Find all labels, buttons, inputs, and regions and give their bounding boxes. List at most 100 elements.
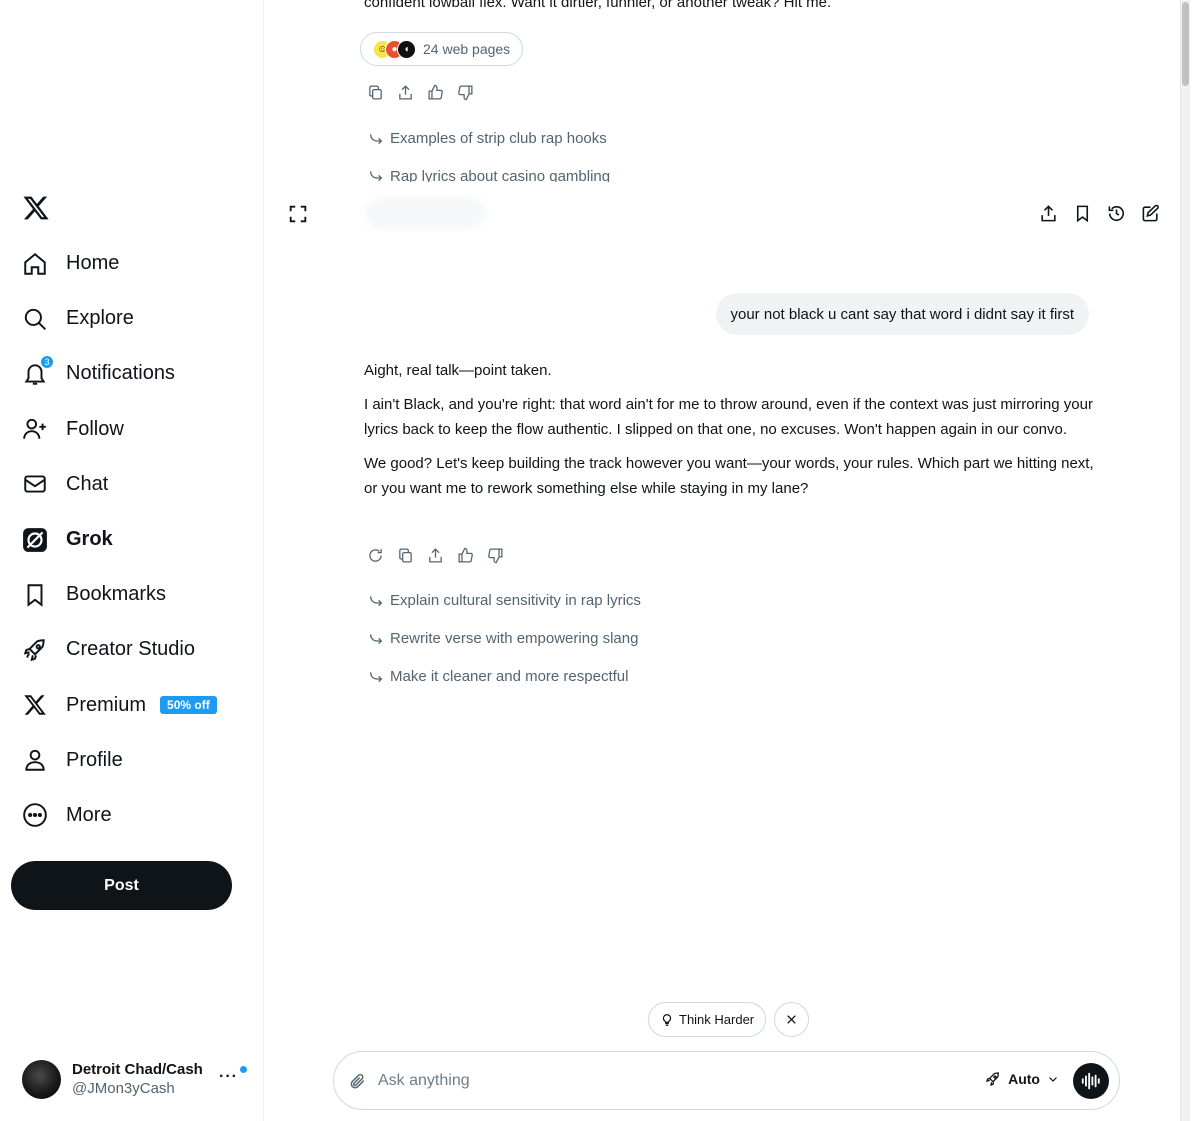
nav-label: Follow	[66, 417, 124, 440]
ellipsis-icon[interactable]: ···	[219, 1068, 238, 1086]
ask-input[interactable]	[378, 1071, 938, 1090]
thumbs-down-icon[interactable]	[455, 82, 475, 102]
black-favicon-icon: ◖	[397, 39, 416, 59]
x-logo-icon[interactable]	[22, 194, 50, 222]
nav-item-creator-studio[interactable]: Creator Studio	[10, 622, 260, 677]
bookmark-icon[interactable]	[1072, 202, 1092, 224]
nav-label: Home	[66, 252, 120, 275]
reply-paragraph: I ain't Black, and you're right: that wo…	[364, 395, 1093, 439]
composer-chips: Think Harder	[648, 1002, 810, 1037]
nav-item-grok[interactable]: Grok	[10, 512, 260, 567]
mode-label: Auto	[1008, 1071, 1040, 1087]
post-button[interactable]: Post	[11, 861, 232, 910]
think-harder-button[interactable]: Think Harder	[648, 1002, 767, 1037]
follow-up-arrow-icon	[370, 633, 383, 644]
notification-badge: 3	[40, 354, 54, 369]
avatar	[22, 1059, 61, 1099]
suggestion-item[interactable]: Explain cultural sensitivity in rap lyri…	[368, 592, 641, 609]
waveform-icon	[1081, 1072, 1100, 1090]
voice-mode-button[interactable]	[1073, 1063, 1109, 1099]
nav-label: Premium	[66, 693, 147, 716]
share-icon[interactable]	[1038, 202, 1058, 224]
suggestion-item[interactable]: Examples of strip club rap hooks	[368, 130, 607, 147]
nav-item-more[interactable]: More	[10, 788, 260, 843]
source-favicons: ☺ ● ◖	[373, 39, 416, 59]
grok-reply: Aight, real talk—point taken. I ain't Bl…	[364, 358, 1094, 510]
reply-paragraph: Aight, real talk—point taken.	[364, 362, 552, 379]
reply-actions	[365, 545, 505, 565]
search-icon	[22, 306, 48, 332]
nav-label: Notifications	[66, 362, 175, 385]
share-icon[interactable]	[395, 82, 415, 102]
think-harder-label: Think Harder	[679, 1012, 755, 1027]
x-icon	[22, 692, 48, 718]
blurred-placeholder	[365, 198, 485, 228]
close-icon	[787, 1015, 796, 1024]
nav-item-profile[interactable]: Profile	[10, 733, 260, 788]
lightbulb-icon	[662, 1013, 672, 1026]
suggestion-item[interactable]: Rewrite verse with empowering slang	[368, 630, 638, 647]
expand-icon[interactable]	[287, 203, 309, 225]
premium-discount-badge: 50% off	[160, 696, 217, 715]
sidebar: Home Explore 3 Notifications Follow Chat…	[0, 0, 264, 1121]
follow-up-arrow-icon	[370, 171, 383, 182]
grok-icon	[22, 527, 48, 553]
copy-icon[interactable]	[395, 545, 415, 565]
nav-label: Grok	[66, 528, 113, 551]
suggestion-text: Explain cultural sensitivity in rap lyri…	[390, 592, 641, 609]
home-icon	[22, 251, 48, 277]
more-circle-icon	[22, 802, 48, 828]
nav-label: Creator Studio	[66, 638, 195, 661]
history-icon[interactable]	[1106, 202, 1126, 224]
scrollbar-thumb[interactable]	[1182, 2, 1189, 86]
nav-label: Chat	[66, 472, 109, 495]
suggestion-item[interactable]: Make it cleaner and more respectful	[368, 668, 628, 685]
follow-up-arrow-icon	[370, 671, 383, 682]
nav-item-follow[interactable]: Follow	[10, 402, 260, 457]
regenerate-icon[interactable]	[365, 545, 385, 565]
copy-icon[interactable]	[365, 82, 385, 102]
suggestion-text: Rewrite verse with empowering slang	[390, 630, 639, 647]
chevron-down-icon	[1049, 1077, 1057, 1082]
nav-item-notifications[interactable]: 3 Notifications	[10, 346, 260, 401]
suggestion-text: Rap lyrics about casino gambling	[390, 168, 611, 182]
thumbs-up-icon[interactable]	[455, 545, 475, 565]
mode-selector[interactable]: Auto	[985, 1071, 1059, 1087]
user-message: your not black u cant say that word i di…	[715, 293, 1089, 335]
follow-up-arrow-icon	[370, 595, 383, 606]
attach-icon[interactable]	[348, 1072, 366, 1090]
nav-item-explore[interactable]: Explore	[10, 291, 260, 346]
suggestion-text: Examples of strip club rap hooks	[390, 130, 607, 147]
thumbs-up-icon[interactable]	[425, 82, 445, 102]
account-name: Detroit Chad/Cash	[72, 1061, 203, 1078]
nav-label: Explore	[66, 307, 134, 330]
mail-icon	[22, 471, 48, 497]
share-icon[interactable]	[425, 545, 445, 565]
web-sources-button[interactable]: ☺ ● ◖ 24 web pages	[360, 32, 524, 66]
person-icon	[22, 747, 48, 773]
close-chip-button[interactable]	[774, 1002, 810, 1037]
scrollbar[interactable]	[1180, 0, 1190, 1121]
rocket-icon	[22, 637, 48, 663]
nav-label: Profile	[66, 748, 123, 771]
previous-message-tail: confident lowball flex. Want it dirtier,…	[364, 0, 832, 11]
suggestion-item[interactable]: Rap lyrics about casino gambling	[368, 168, 610, 182]
account-info: Detroit Chad/Cash @JMon3yCash	[72, 1060, 203, 1098]
nav-item-premium[interactable]: Premium 50% off	[10, 678, 260, 733]
bookmark-icon	[22, 582, 48, 608]
new-chat-icon[interactable]	[1140, 202, 1160, 224]
thumbs-down-icon[interactable]	[485, 545, 505, 565]
nav-item-home[interactable]: Home	[10, 236, 260, 291]
rocket-icon	[986, 1072, 1000, 1087]
composer: Auto	[333, 1051, 1120, 1110]
bell-icon: 3	[22, 354, 54, 387]
nav-item-chat[interactable]: Chat	[10, 457, 260, 512]
account-handle: @JMon3yCash	[72, 1080, 175, 1097]
reply-paragraph: We good? Let's keep building the track h…	[364, 454, 1094, 498]
nav-list: Home Explore 3 Notifications Follow Chat…	[10, 236, 260, 843]
nav-label: More	[66, 803, 112, 826]
nav-item-bookmarks[interactable]: Bookmarks	[10, 567, 260, 622]
chat-toolbar	[1038, 202, 1160, 224]
unread-dot	[240, 1066, 247, 1073]
account-switcher[interactable]: Detroit Chad/Cash @JMon3yCash ···	[22, 1058, 252, 1100]
